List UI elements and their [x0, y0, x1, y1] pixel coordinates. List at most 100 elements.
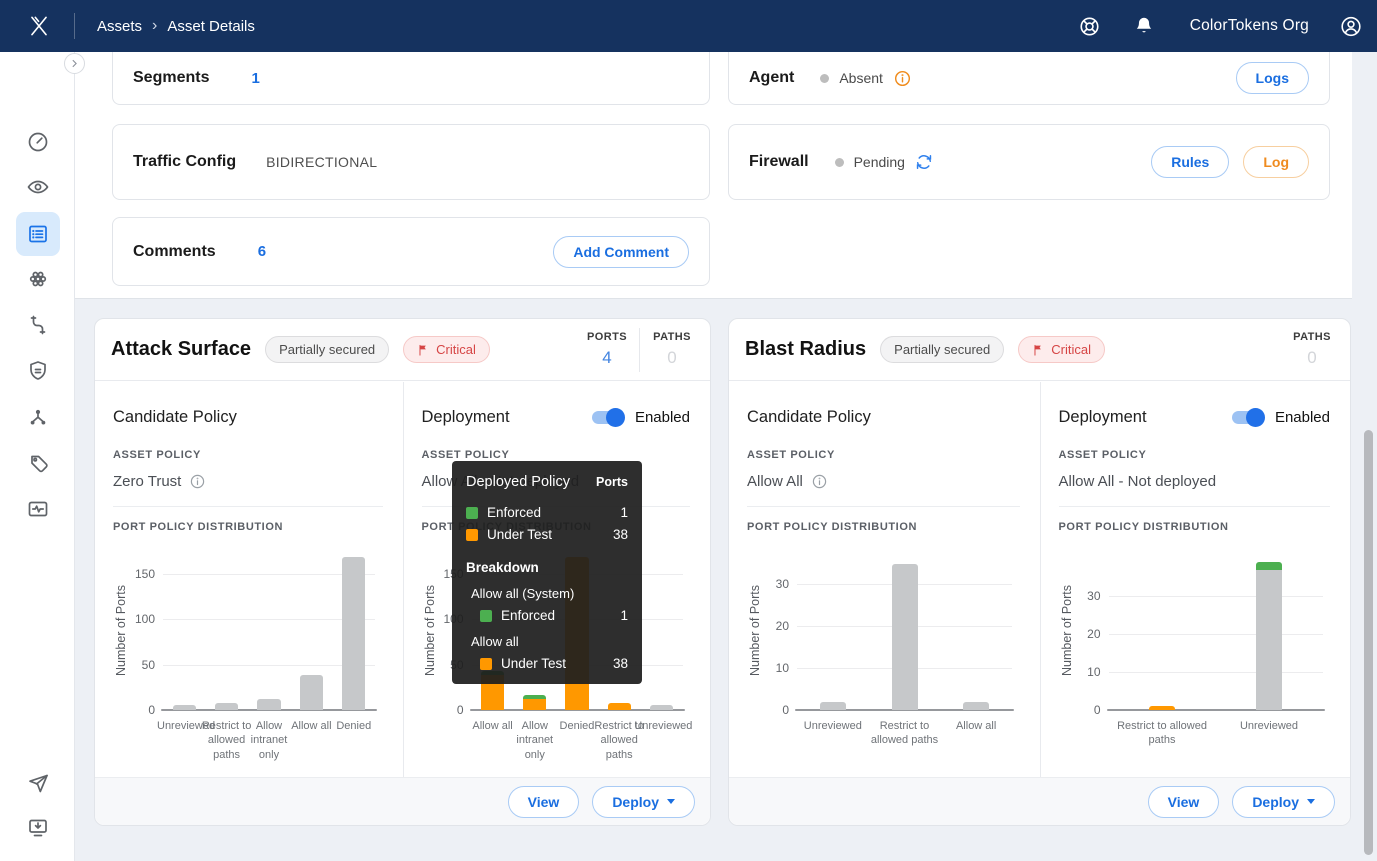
bar-allow-all[interactable]: [299, 675, 324, 710]
bar-unreviewed[interactable]: [819, 701, 846, 710]
under-test-swatch-icon: [480, 657, 492, 670]
deployed-policy-tooltip: Deployed Policy Ports Enforced 1 Under T…: [452, 461, 642, 684]
blast-radius-body: Candidate Policy ASSET POLICY Allow All …: [729, 382, 1350, 777]
bar-restrict-to-allowed-paths[interactable]: [607, 702, 631, 710]
firewall-label: Firewall: [749, 153, 809, 170]
blast-paths-value: 0: [1307, 348, 1317, 367]
segments-count-link[interactable]: 1: [251, 70, 259, 87]
sidebar-item-segments[interactable]: [16, 257, 60, 301]
firewall-refresh-icon[interactable]: [915, 153, 933, 171]
logs-button[interactable]: Logs: [1235, 62, 1309, 94]
nav-divider: [74, 13, 75, 39]
tooltip-group-name: Allow all (System): [471, 586, 575, 601]
sidebar-item-connections[interactable]: [16, 303, 60, 347]
deploy-button[interactable]: Deploy: [592, 785, 695, 818]
y-tick-label: 30: [1087, 589, 1101, 604]
x-tick-label: Restrict to allowed paths: [1117, 720, 1207, 747]
column-divider: [747, 506, 1020, 507]
tooltip-legend-row: Enforced 1: [466, 505, 628, 520]
sidebar-item-install[interactable]: [16, 806, 60, 850]
asset-policy-label: ASSET POLICY: [747, 449, 835, 461]
bar-allow-intranet-only[interactable]: [523, 695, 547, 710]
traffic-config-label: Traffic Config: [133, 153, 237, 170]
bar-unreviewed[interactable]: [172, 705, 196, 710]
tooltip-ports-column: Ports: [596, 475, 628, 489]
bar-restrict-to-allowed-paths[interactable]: [891, 563, 918, 710]
x-tick-label: Allow all: [955, 720, 997, 732]
breadcrumb-assets[interactable]: Assets: [97, 18, 142, 35]
attack-ports-stat: PORTS 4: [575, 331, 639, 368]
blast-radius-panel: Blast Radius Partially secured Critical …: [728, 318, 1351, 826]
comments-label: Comments: [133, 242, 216, 260]
bar-unreviewed[interactable]: [649, 705, 673, 710]
firewall-card: Firewall Pending Rules Log: [728, 124, 1330, 200]
deployment-toggle[interactable]: [1231, 408, 1265, 427]
sidebar-item-monitoring[interactable]: [16, 487, 60, 531]
tooltip-legend-row: Under Test 38: [466, 527, 628, 542]
blast-deployment-policy-value: Allow All - Not deployed: [1058, 473, 1217, 490]
attack-secured-badge: Partially secured: [265, 336, 390, 363]
attack-paths-stat: PATHS 0: [640, 331, 704, 368]
attack-candidate-chart[interactable]: Number of Ports 0 50 100 150 Unreviewed Restri…: [113, 539, 383, 761]
view-button[interactable]: View: [1147, 785, 1220, 818]
sidebar-item-settings[interactable]: [16, 852, 60, 861]
account-avatar-icon[interactable]: [1339, 14, 1363, 38]
tooltip-title: Deployed Policy: [466, 474, 570, 490]
caret-down-icon: [1307, 799, 1315, 804]
tooltip-group-row: Enforced 1: [466, 608, 628, 623]
rules-button[interactable]: Rules: [1151, 146, 1230, 178]
org-name[interactable]: ColorTokens Org: [1190, 17, 1309, 35]
flag-icon: [1034, 344, 1042, 356]
breadcrumb-separator: ›: [152, 17, 158, 34]
sidebar-item-visibility[interactable]: [16, 165, 60, 209]
enforced-swatch-icon: [466, 506, 478, 519]
bar-restrict-to-allowed-paths[interactable]: [1149, 706, 1175, 710]
log-button[interactable]: Log: [1243, 146, 1309, 178]
add-comment-button[interactable]: Add Comment: [553, 235, 689, 268]
tooltip-breakdown-label: Breakdown: [466, 560, 539, 575]
deployment-toggle[interactable]: [591, 408, 625, 427]
blast-deployment-toggle-wrap: Enabled: [1231, 408, 1330, 427]
firewall-status-dot: [834, 157, 844, 167]
colortokens-logo-icon[interactable]: [26, 13, 52, 39]
x-tick-label: Denied: [336, 720, 372, 732]
y-tick-label: 150: [134, 566, 155, 581]
deploy-button[interactable]: Deploy: [1232, 785, 1335, 818]
agent-label: Agent: [749, 69, 795, 86]
sidebar-item-launch[interactable]: [16, 761, 60, 805]
info-icon[interactable]: [811, 473, 828, 490]
comments-count-link[interactable]: 6: [258, 243, 266, 260]
sidebar-item-dashboard[interactable]: [16, 120, 60, 164]
notifications-bell-icon[interactable]: [1132, 14, 1156, 38]
attack-deployment-title: Deployment: [421, 408, 510, 426]
blast-deployment-column: Deployment Enabled ASSET POLICY Allow Al…: [1039, 382, 1351, 777]
asset-details-page: Assets › Asset Details ColorTokens Org S…: [0, 0, 1377, 861]
view-button[interactable]: View: [507, 785, 580, 818]
segments-icon: [29, 271, 47, 287]
asset-policy-label: ASSET POLICY: [421, 449, 510, 461]
x-tick-label: Unreviewed: [634, 720, 693, 732]
bar-allow-all[interactable]: [963, 701, 990, 710]
y-tick-label: 50: [141, 657, 155, 672]
blast-deployment-chart[interactable]: Number of Ports 0 10 20 30 Restrict to allowe…: [1059, 539, 1331, 754]
attack-ports-value[interactable]: 4: [575, 348, 639, 368]
blast-candidate-title: Candidate Policy: [747, 408, 871, 426]
bar-denied[interactable]: [342, 557, 366, 710]
vertical-scrollbar[interactable]: [1364, 430, 1373, 855]
info-icon[interactable]: [189, 473, 206, 490]
blast-critical-badge: Critical: [1018, 336, 1105, 363]
sidebar-item-network[interactable]: [16, 395, 60, 439]
sidebar-item-tags[interactable]: [16, 441, 60, 485]
help-lifebuoy-icon[interactable]: [1078, 14, 1102, 38]
bar-allow-intranet-only[interactable]: [257, 699, 281, 710]
bar-restrict-to-allowed-paths[interactable]: [214, 702, 239, 710]
blast-candidate-chart[interactable]: Number of Ports 0 10 20 30 Unreviewed Restrict…: [747, 539, 1020, 754]
sidebar-item-policies[interactable]: [16, 349, 60, 393]
sidebar-collapse-button[interactable]: [64, 53, 85, 74]
agent-info-icon[interactable]: [893, 69, 912, 88]
sidebar-item-assets[interactable]: [16, 212, 60, 256]
y-tick-label: 10: [1087, 665, 1101, 680]
attack-critical-badge: Critical: [403, 336, 490, 363]
gridline: [1108, 672, 1323, 674]
bar-unreviewed[interactable]: [1256, 562, 1282, 710]
